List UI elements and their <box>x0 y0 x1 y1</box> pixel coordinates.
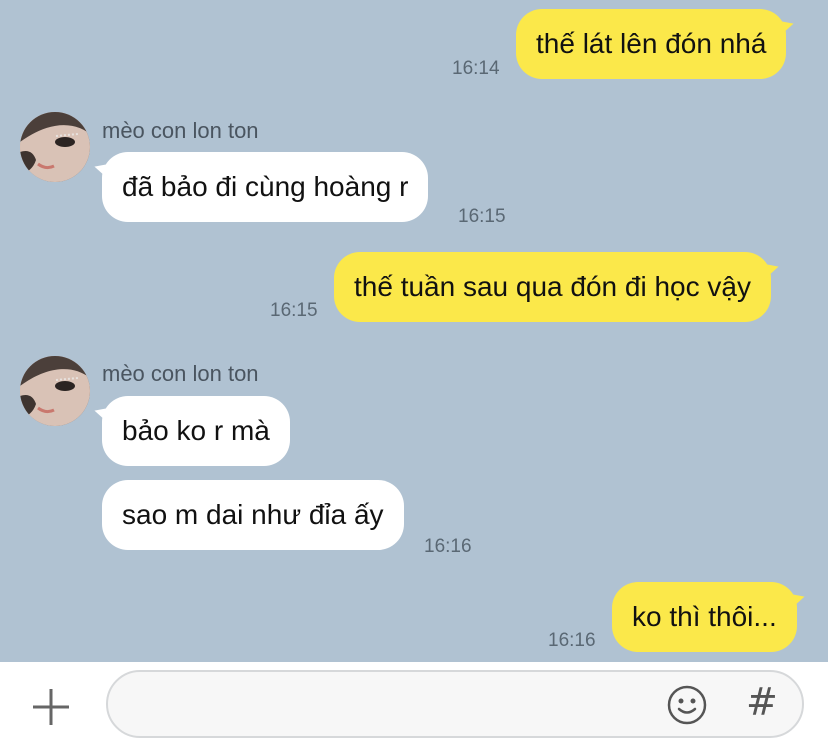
hashtag-icon[interactable]: # <box>746 680 778 724</box>
contact-avatar[interactable] <box>20 112 90 182</box>
incoming-message-bubble[interactable]: bảo ko r mà <box>102 396 290 466</box>
outgoing-message-bubble[interactable]: thế tuần sau qua đón đi học vậy <box>334 252 771 322</box>
message-input-bar: # <box>0 662 828 744</box>
message-time: 16:14 <box>452 58 500 79</box>
incoming-message-bubble[interactable]: sao m dai như đỉa ấy <box>102 480 404 550</box>
sender-name: mèo con lon ton <box>102 118 259 143</box>
sender-name: mèo con lon ton <box>102 361 259 386</box>
contact-avatar[interactable] <box>20 356 90 426</box>
chat-message-area[interactable]: 16:14 thế lát lên đón nhá mèo con lon to… <box>0 0 828 662</box>
message-time: 16:16 <box>424 536 472 557</box>
plus-icon[interactable] <box>30 686 72 728</box>
message-time: 16:15 <box>458 206 506 227</box>
message-time: 16:15 <box>270 300 318 321</box>
outgoing-message-bubble[interactable]: ko thì thôi... <box>612 582 797 652</box>
message-time: 16:16 <box>548 630 596 651</box>
incoming-message-bubble[interactable]: đã bảo đi cùng hoàng r <box>102 152 429 222</box>
emoji-icon[interactable] <box>666 684 708 726</box>
outgoing-message-bubble[interactable]: thế lát lên đón nhá <box>516 9 787 79</box>
